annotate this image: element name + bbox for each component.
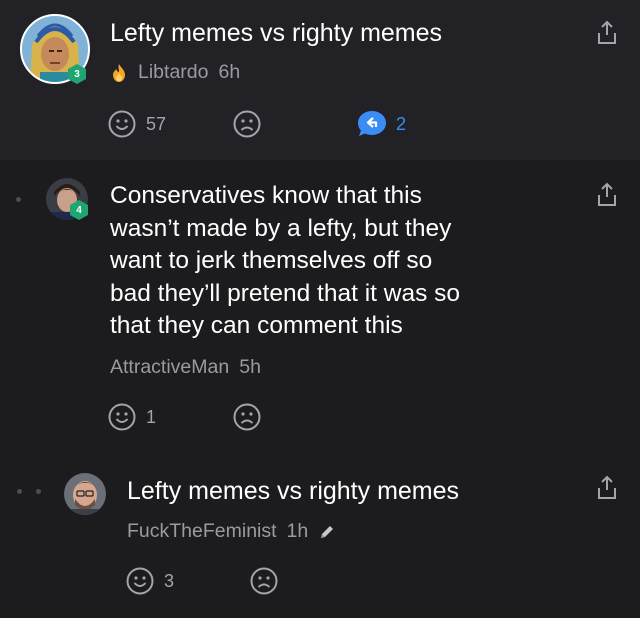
comment-2: 4 Conservatives know that this wasn’t ma… xyxy=(0,160,640,450)
thread-depth-dot xyxy=(36,489,41,494)
comment-1: 3 Lefty memes vs righty memes Libtardo 6… xyxy=(0,0,640,160)
comment-text-line: that they can comment this xyxy=(110,312,403,339)
comment-text-line: want to jerk themselves off so xyxy=(110,247,433,274)
timestamp: 6h xyxy=(218,61,241,83)
comment-text-line: bad they’ll pretend that it was so xyxy=(110,279,461,307)
comment-meta: FuckTheFeminist 1h xyxy=(127,520,336,543)
share-icon[interactable] xyxy=(596,182,618,208)
author-name[interactable]: AttractiveMan xyxy=(110,356,229,379)
comment-text-line: Conservatives know that this xyxy=(110,182,422,209)
comment-text: Lefty memes vs righty memes xyxy=(110,19,443,47)
thread-depth-dot xyxy=(16,197,21,202)
comment-meta: Libtardo 6h xyxy=(110,61,240,84)
comment-text: Conservatives know that this wasn’t made… xyxy=(110,180,460,343)
reply-bubble-icon xyxy=(358,111,386,136)
timestamp: 1h xyxy=(286,520,309,542)
like-count: 1 xyxy=(146,406,157,427)
author-name[interactable]: Libtardo xyxy=(138,61,208,84)
share-icon[interactable] xyxy=(596,475,618,501)
bearded-man-avatar-image xyxy=(64,473,106,515)
frown-icon xyxy=(250,567,278,595)
like-count: 57 xyxy=(146,113,167,134)
replies-button[interactable]: 2 xyxy=(356,109,406,139)
fire-icon xyxy=(113,63,125,82)
avatar[interactable] xyxy=(64,473,106,515)
comment-text-line: wasn’t made by a lefty, but they xyxy=(110,214,452,242)
smile-icon xyxy=(108,403,136,431)
frown-icon xyxy=(233,110,261,138)
share-icon[interactable] xyxy=(596,20,618,46)
avatar[interactable]: 3 xyxy=(20,14,90,84)
dislike-button[interactable] xyxy=(250,567,278,595)
author-name[interactable]: FuckTheFeminist xyxy=(127,520,277,543)
comment-3: Lefty memes vs righty memes FuckTheFemin… xyxy=(0,450,640,618)
avatar[interactable]: 4 xyxy=(46,178,88,220)
like-button[interactable]: 1 xyxy=(108,403,156,431)
thread-depth-dot xyxy=(17,489,22,494)
like-count: 3 xyxy=(164,570,175,591)
frown-icon xyxy=(233,403,261,431)
dislike-button[interactable] xyxy=(233,110,261,138)
reply-count: 2 xyxy=(396,113,407,134)
like-button[interactable]: 57 xyxy=(108,110,166,138)
like-button[interactable]: 3 xyxy=(126,567,174,595)
pencil-icon xyxy=(321,525,334,538)
timestamp: 5h xyxy=(239,356,261,378)
comment-meta: AttractiveMan 5h xyxy=(110,356,261,379)
comment-text: Lefty memes vs righty memes xyxy=(127,477,460,505)
smile-icon xyxy=(108,110,136,138)
smile-icon xyxy=(126,567,154,595)
dislike-button[interactable] xyxy=(233,403,261,431)
